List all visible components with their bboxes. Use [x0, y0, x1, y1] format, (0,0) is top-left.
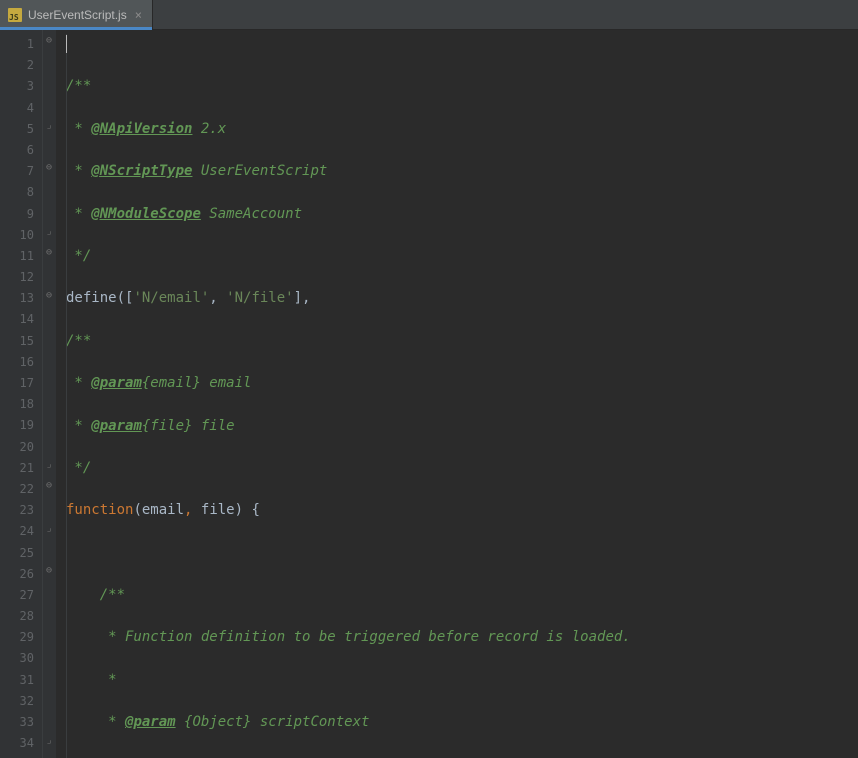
code-line[interactable]: /**	[66, 331, 858, 352]
line-number: 13	[0, 288, 56, 309]
line-number: 5	[0, 119, 56, 140]
line-number: 19	[0, 415, 56, 436]
line-number: 21	[0, 458, 56, 479]
code-line[interactable]	[66, 543, 858, 564]
line-number: 7	[0, 161, 56, 182]
code-line[interactable]: * @param {Object} scriptContext	[66, 712, 858, 733]
line-number: 2	[0, 55, 56, 76]
line-number: 32	[0, 691, 56, 712]
close-icon[interactable]: ×	[133, 9, 144, 21]
code-line[interactable]: * Function definition to be triggered be…	[66, 627, 858, 648]
line-number: 14	[0, 309, 56, 330]
code-line[interactable]: */	[66, 246, 858, 267]
line-number: 31	[0, 670, 56, 691]
code-area[interactable]: /** * @NApiVersion 2.x * @NScriptType Us…	[56, 30, 858, 758]
text-caret	[66, 35, 67, 53]
line-number: 28	[0, 606, 56, 627]
code-line[interactable]: * @param {Record} scriptContext.newRecor…	[66, 755, 858, 758]
line-number: 23	[0, 500, 56, 521]
line-number-gutter: ⊖ ⌟ ⊖ ⌟ ⊖ ⊖ ⌟ ⊖ ⌟ ⊖ ⌟ 1 2 3 4 5 6 7 8 9 …	[0, 30, 56, 758]
line-number: 3	[0, 76, 56, 97]
code-line[interactable]: * @NScriptType UserEventScript	[66, 161, 858, 182]
line-number: 34	[0, 733, 56, 754]
line-number: 10	[0, 225, 56, 246]
js-file-icon: JS	[8, 8, 22, 22]
code-line[interactable]: define(['N/email', 'N/file'],	[66, 288, 858, 309]
line-number: 25	[0, 543, 56, 564]
line-number: 17	[0, 373, 56, 394]
line-number: 4	[0, 98, 56, 119]
line-number: 15	[0, 331, 56, 352]
code-line[interactable]: */	[66, 458, 858, 479]
code-line[interactable]: function(email, file) {	[66, 500, 858, 521]
line-number: 6	[0, 140, 56, 161]
line-number: 9	[0, 204, 56, 225]
line-number: 26	[0, 564, 56, 585]
line-number: 8	[0, 182, 56, 203]
code-line[interactable]: * @param{file} file	[66, 416, 858, 437]
line-number: 16	[0, 352, 56, 373]
tab-label: UserEventScript.js	[28, 8, 127, 22]
line-number: 24	[0, 521, 56, 542]
line-number: 12	[0, 267, 56, 288]
tab-bar: JS UserEventScript.js ×	[0, 0, 858, 30]
line-number: 18	[0, 394, 56, 415]
line-number: 20	[0, 437, 56, 458]
line-number: 33	[0, 712, 56, 733]
line-number: 1	[0, 34, 56, 55]
code-line[interactable]: /**	[66, 585, 858, 606]
tab-usereventscript[interactable]: JS UserEventScript.js ×	[0, 0, 153, 29]
line-number: 29	[0, 627, 56, 648]
code-line[interactable]: *	[66, 670, 858, 691]
line-number: 11	[0, 246, 56, 267]
code-editor[interactable]: ⊖ ⌟ ⊖ ⌟ ⊖ ⊖ ⌟ ⊖ ⌟ ⊖ ⌟ 1 2 3 4 5 6 7 8 9 …	[0, 30, 858, 758]
code-line[interactable]: /**	[66, 76, 858, 97]
code-line[interactable]: * @NApiVersion 2.x	[66, 119, 858, 140]
line-number: 30	[0, 648, 56, 669]
line-number: 22	[0, 479, 56, 500]
code-line[interactable]: * @param{email} email	[66, 373, 858, 394]
code-line[interactable]: * @NModuleScope SameAccount	[66, 204, 858, 225]
line-number: 27	[0, 585, 56, 606]
